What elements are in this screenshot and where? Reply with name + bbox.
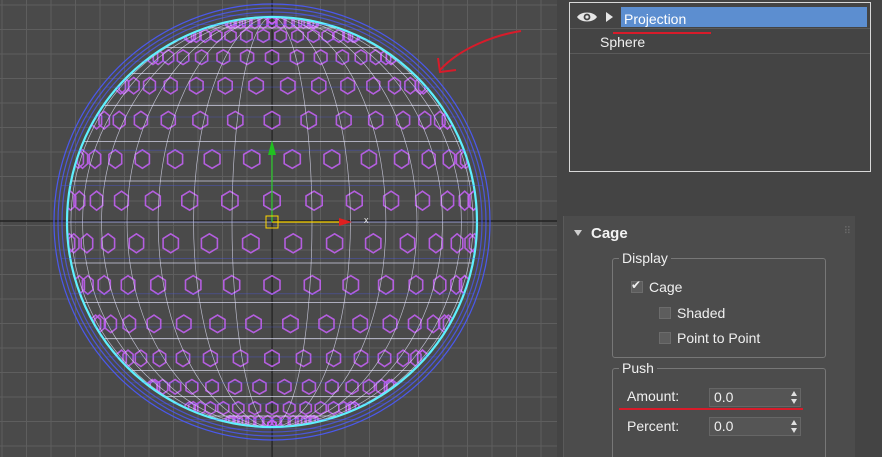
- stack-item-projection[interactable]: Projection: [570, 5, 870, 34]
- shaded-checkbox-row[interactable]: Shaded: [659, 305, 725, 321]
- command-panel: Projection Sphere Cage ⠿ Display Cage Sh…: [557, 0, 882, 457]
- drag-grip-icon[interactable]: ⠿: [844, 226, 851, 237]
- point-to-point-checkbox-label: Point to Point: [677, 330, 761, 346]
- viewport[interactable]: x: [0, 0, 557, 457]
- spinner-arrows-icon[interactable]: [791, 420, 797, 433]
- rollout-title: Cage: [591, 224, 628, 242]
- percent-value[interactable]: 0.0: [714, 418, 733, 434]
- play-triangle-icon[interactable]: [606, 11, 613, 22]
- annotation-underline: [619, 408, 803, 410]
- cage-rollout: Cage ⠿ Display Cage Shaded Point to Poin…: [563, 216, 855, 457]
- group-label: Display: [619, 250, 671, 266]
- amount-value[interactable]: 0.0: [714, 389, 733, 405]
- modifier-stack[interactable]: Projection Sphere: [569, 2, 871, 172]
- cage-checkbox-row[interactable]: Cage: [631, 278, 683, 295]
- group-label: Push: [619, 360, 657, 376]
- shaded-checkbox-label: Shaded: [677, 305, 726, 321]
- projection-label: Projection: [624, 10, 687, 27]
- percent-row: Percent:: [627, 418, 679, 434]
- percent-label: Percent:: [627, 418, 680, 434]
- amount-row: Amount:: [627, 388, 679, 404]
- stack-item-sphere[interactable]: Sphere: [570, 30, 870, 54]
- stack-item-label: Projection: [613, 6, 867, 34]
- viewport-canvas[interactable]: x: [0, 0, 557, 457]
- gizmo-x-label: x: [364, 215, 369, 225]
- stack-item-label: Sphere: [600, 33, 646, 50]
- cage-checkbox[interactable]: [631, 278, 643, 293]
- rollout-header[interactable]: Cage: [574, 224, 628, 242]
- collapse-arrow-icon[interactable]: [574, 230, 582, 236]
- push-group: Push Amount: 0.0 Percent: 0.0: [612, 360, 826, 457]
- cage-checkbox-label: Cage: [649, 279, 683, 295]
- amount-label: Amount:: [627, 388, 680, 404]
- point-to-point-checkbox-row[interactable]: Point to Point: [659, 330, 760, 346]
- percent-spinner[interactable]: 0.0: [709, 417, 801, 436]
- display-group: Display Cage Shaded Point to Point: [612, 250, 826, 358]
- eye-icon[interactable]: [576, 10, 598, 24]
- point-to-point-checkbox[interactable]: [659, 332, 671, 344]
- shaded-checkbox[interactable]: [659, 307, 671, 319]
- spinner-arrows-icon[interactable]: [791, 391, 797, 404]
- amount-spinner[interactable]: 0.0: [709, 388, 801, 407]
